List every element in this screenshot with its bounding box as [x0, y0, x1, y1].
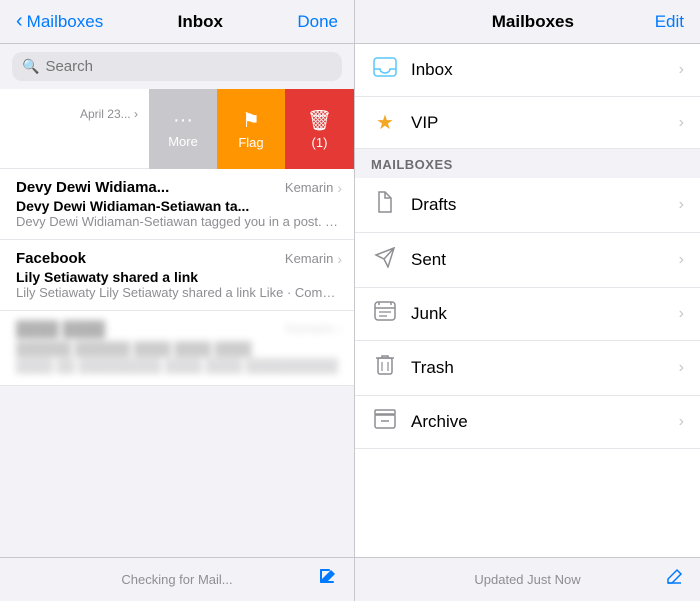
left-header: ‹ Mailboxes Inbox Done	[0, 0, 354, 44]
chevron-right-icon: ›	[679, 61, 684, 79]
mailbox-item-inbox[interactable]: Inbox ›	[355, 44, 700, 97]
sent-icon	[371, 246, 399, 274]
chevron-right-icon: ›	[134, 107, 138, 121]
subject-1: Devy Dewi Widiaman-Setiawan ta...	[16, 198, 342, 214]
archive-label: Archive	[411, 412, 679, 432]
swiped-email-row: Kemarin April 23... › onstant ust had a …	[0, 89, 354, 169]
chevron-right-icon: ›	[679, 196, 684, 214]
left-panel: ‹ Mailboxes Inbox Done 🔍 Kemarin	[0, 0, 355, 601]
mailbox-item-junk[interactable]: Junk ›	[355, 288, 700, 341]
swiped-date: April 23... ›	[80, 107, 138, 121]
chevron-right-icon: ›	[679, 305, 684, 323]
sender-1: Devy Dewi Widiama...	[16, 179, 169, 196]
sent-label: Sent	[411, 250, 679, 270]
more-button[interactable]: ··· More	[149, 89, 217, 169]
mailbox-item-trash[interactable]: Trash ›	[355, 341, 700, 396]
inbox-icon	[371, 57, 399, 83]
archive-icon	[371, 409, 399, 435]
inbox-title: Inbox	[178, 12, 223, 32]
search-icon: 🔍	[22, 58, 39, 75]
trash-label: (1)	[312, 135, 328, 150]
junk-icon	[371, 301, 399, 327]
compose-button[interactable]	[318, 567, 338, 592]
trash-icon: 🗑	[307, 108, 332, 133]
compose-right-button[interactable]	[664, 567, 684, 592]
mailboxes-section-header: MAILBOXES	[355, 149, 700, 178]
drafts-icon	[371, 191, 399, 219]
mailboxes-title: Mailboxes	[492, 12, 574, 32]
chevron-right-icon: ›	[679, 251, 684, 269]
chevron-right-icon: ›	[679, 114, 684, 132]
date-2: Kemarin ›	[285, 251, 342, 267]
chevron-right-icon: ›	[337, 180, 342, 196]
chevron-right-icon: ›	[679, 413, 684, 431]
swipe-actions: ··· More ⚑ Flag 🗑 (1)	[149, 89, 354, 169]
preview-2: Lily Setiawaty Lily Setiawaty shared a l…	[16, 285, 342, 300]
right-footer-status: Updated Just Now	[371, 572, 684, 587]
more-icon: ···	[173, 109, 193, 132]
back-button[interactable]: ‹ Mailboxes	[16, 10, 103, 33]
chevron-left-icon: ‹	[16, 10, 23, 33]
trash-swipe-button[interactable]: 🗑 (1)	[285, 89, 354, 169]
flag-label: Flag	[238, 135, 263, 150]
trash-label: Trash	[411, 358, 679, 378]
edit-button[interactable]: Edit	[655, 12, 684, 32]
email-list: Kemarin April 23... › onstant ust had a …	[0, 89, 354, 557]
junk-label: Junk	[411, 304, 679, 324]
email-row-blurred[interactable]: ████ ████ Kemarin › ██████ ██████ ████ █…	[0, 311, 354, 386]
mailbox-list: Inbox › ★ VIP › MAILBOXES Drafts ›	[355, 44, 700, 557]
back-label: Mailboxes	[27, 12, 104, 32]
email-row-1[interactable]: Devy Dewi Widiama... Kemarin › Devy Dewi…	[0, 169, 354, 240]
swiped-preview: ust had a .	[0, 137, 138, 151]
trash-mailbox-icon	[371, 354, 399, 382]
blur-overlay	[0, 311, 354, 385]
left-footer-status: Checking for Mail...	[121, 572, 232, 587]
right-footer: Updated Just Now	[355, 557, 700, 601]
vip-star-icon: ★	[371, 110, 399, 135]
more-label: More	[168, 134, 198, 149]
preview-1: Devy Dewi Widiaman-Setiawan tagged you i…	[16, 214, 342, 229]
email-row-2[interactable]: Facebook Kemarin › Lily Setiawaty shared…	[0, 240, 354, 311]
chevron-right-icon: ›	[337, 251, 342, 267]
inbox-label: Inbox	[411, 60, 679, 80]
done-button[interactable]: Done	[297, 12, 338, 32]
right-header: Mailboxes Edit	[355, 0, 700, 44]
search-bar[interactable]: 🔍	[12, 52, 342, 81]
left-footer: Checking for Mail...	[0, 557, 354, 601]
mailbox-item-drafts[interactable]: Drafts ›	[355, 178, 700, 233]
swiped-subject: onstant	[0, 122, 138, 137]
flag-icon: ⚑	[242, 108, 260, 133]
flag-button[interactable]: ⚑ Flag	[217, 89, 285, 169]
right-panel: Mailboxes Edit Inbox › ★ VIP ›	[355, 0, 700, 601]
mailbox-item-vip[interactable]: ★ VIP ›	[355, 97, 700, 149]
drafts-label: Drafts	[411, 195, 679, 215]
subject-2: Lily Setiawaty shared a link	[16, 269, 342, 285]
compose-icon	[318, 567, 338, 587]
compose-right-icon	[664, 567, 684, 587]
mailbox-item-sent[interactable]: Sent ›	[355, 233, 700, 288]
date-1: Kemarin ›	[285, 180, 342, 196]
swiped-email-content[interactable]: Kemarin April 23... › onstant ust had a …	[0, 89, 150, 169]
mailbox-item-archive[interactable]: Archive ›	[355, 396, 700, 449]
search-bar-container: 🔍	[0, 44, 354, 89]
vip-label: VIP	[411, 113, 679, 133]
search-input[interactable]	[45, 58, 332, 75]
chevron-right-icon: ›	[679, 359, 684, 377]
sender-2: Facebook	[16, 250, 86, 267]
